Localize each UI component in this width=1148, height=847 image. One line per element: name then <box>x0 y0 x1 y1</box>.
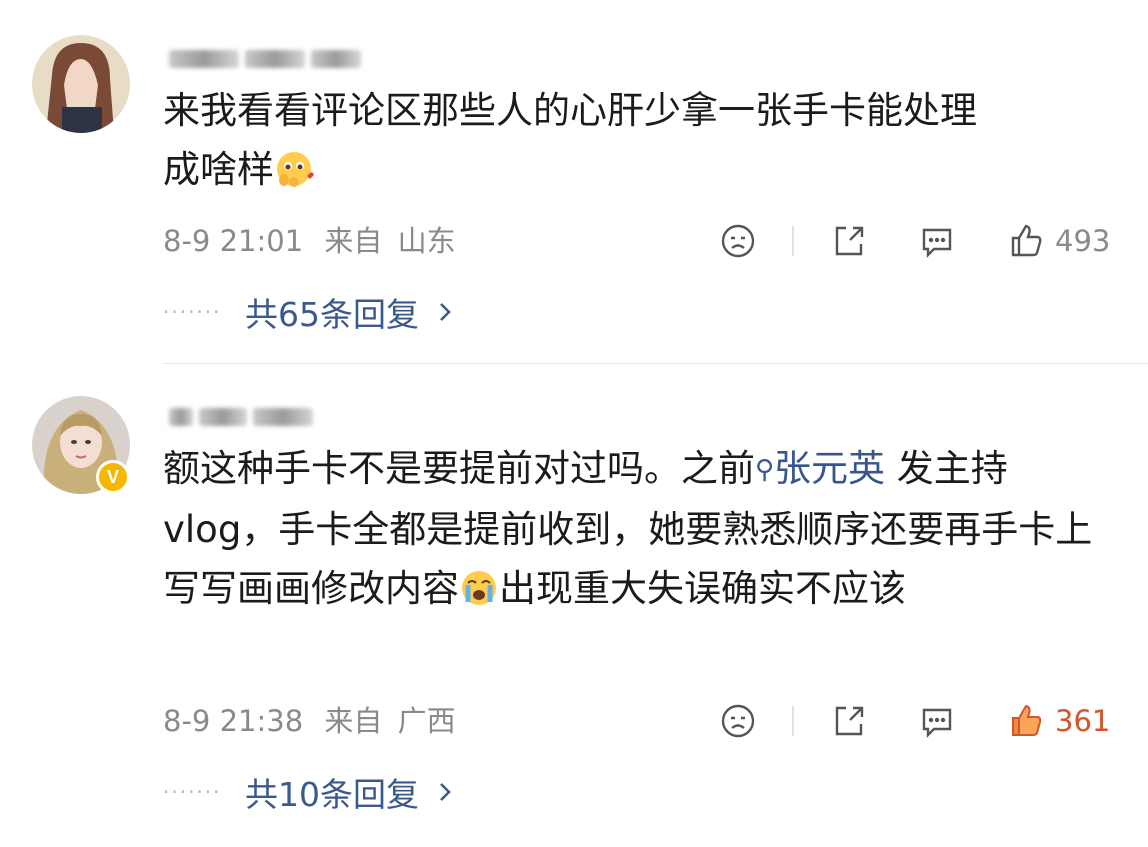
replies-row[interactable]: ······· 共10条回复 <box>163 768 453 816</box>
mention-link[interactable]: ⚲张元英 <box>755 447 885 490</box>
crying-emoji <box>462 571 496 605</box>
like-count: 361 <box>1055 704 1111 738</box>
comment-actions: 361 <box>715 698 1120 744</box>
timestamp: 8-9 21:01 <box>163 224 304 258</box>
dislike-face-icon <box>721 224 755 258</box>
pleading-hands-emoji <box>277 152 314 187</box>
location: 广西 <box>397 704 456 738</box>
blurred-username <box>169 408 193 426</box>
blurred-username <box>311 50 361 68</box>
share-icon <box>835 706 864 736</box>
view-replies-link[interactable]: 共10条回复 <box>245 768 419 816</box>
blurred-username <box>199 408 247 426</box>
comment-icon <box>922 228 952 258</box>
chevron-right-icon <box>440 303 451 321</box>
thumbs-up-icon <box>1012 704 1042 736</box>
blurred-username <box>245 50 305 68</box>
share-button[interactable] <box>830 698 868 744</box>
chevron-right-icon <box>440 783 451 801</box>
comment-meta: 8-9 21:01 来自 山东 <box>163 221 456 261</box>
dislike-face-icon <box>721 704 755 738</box>
blurred-username <box>253 408 313 426</box>
share-button[interactable] <box>830 218 868 264</box>
timestamp: 8-9 21:38 <box>163 704 304 738</box>
comment-meta: 8-9 21:38 来自 广西 <box>163 701 456 741</box>
location-prefix: 来自 <box>324 704 383 738</box>
divider <box>792 706 794 736</box>
username[interactable] <box>163 400 313 434</box>
dislike-button[interactable] <box>719 698 757 744</box>
comment-text: 额这种手卡不是要提前对过吗。之前⚲张元英 发主持vlog，手卡全都是提前收到，她… <box>163 447 1093 610</box>
thumbs-up-icon <box>1011 224 1042 257</box>
like-count: 493 <box>1055 224 1111 258</box>
comment-button[interactable] <box>918 698 956 744</box>
view-replies-link[interactable]: 共65条回复 <box>245 288 419 336</box>
share-icon <box>835 226 864 256</box>
comment-actions: 493 <box>715 218 1120 264</box>
divider <box>792 226 794 256</box>
like-button[interactable]: 361 <box>1007 698 1110 744</box>
like-button[interactable]: 493 <box>1007 218 1110 264</box>
avatar[interactable] <box>32 35 130 133</box>
ellipsis-dots: ······· <box>163 300 222 324</box>
comment-button[interactable] <box>918 218 956 264</box>
search-icon: ⚲ <box>755 455 775 485</box>
username[interactable] <box>163 42 361 76</box>
blurred-username <box>169 50 239 68</box>
verified-badge: V <box>96 460 130 494</box>
location-prefix: 来自 <box>324 224 383 258</box>
location: 山东 <box>397 224 456 258</box>
comment-icon <box>922 708 952 738</box>
ellipsis-dots: ······· <box>163 780 222 804</box>
dislike-button[interactable] <box>719 218 757 264</box>
replies-row[interactable]: ······· 共65条回复 <box>163 288 453 336</box>
comment-item: 来我看看评论区那些人的心肝少拿一张手卡能处理 成啥样 8-9 21:01 来自 … <box>0 0 1148 363</box>
comment-item: V 额这种手卡不是要提前对过吗。之前⚲张元英 发主持vlog，手卡全都是提前收到… <box>0 364 1148 847</box>
comment-text: 来我看看评论区那些人的心肝少拿一张手卡能处理 成啥样 <box>163 89 977 191</box>
